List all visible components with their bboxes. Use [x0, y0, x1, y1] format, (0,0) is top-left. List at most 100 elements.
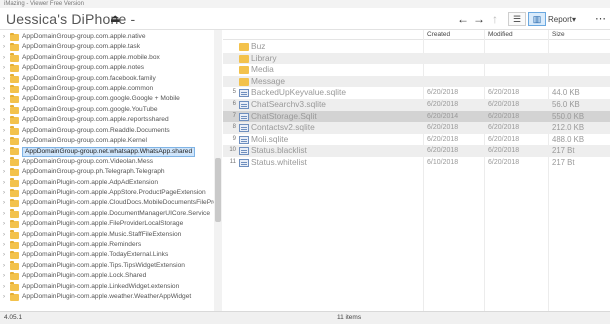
tree-item[interactable]: › AppDomainGroup-group.com.apple.common	[0, 84, 214, 94]
tree-item[interactable]: › AppDomainPlugin-com.apple.Music.StaffFi…	[0, 230, 214, 240]
folder-icon	[10, 292, 19, 301]
expand-arrow-icon[interactable]: ›	[3, 146, 9, 156]
expand-arrow-icon[interactable]: ›	[3, 230, 9, 240]
tree-item[interactable]: › AppDomainGroup-group.com.apple.native	[0, 32, 214, 42]
file-size: 217 Bt	[552, 158, 575, 167]
folder-icon	[10, 219, 19, 229]
expand-arrow-icon[interactable]: ›	[3, 271, 9, 281]
folder-icon	[10, 126, 19, 135]
tree-item[interactable]: › AppDomainGroup-group.com.apple.mobile.b…	[0, 53, 214, 63]
expand-arrow-icon[interactable]: ›	[3, 219, 9, 229]
file-row[interactable]: Message	[223, 75, 610, 88]
tree-item[interactable]: › AppDomainGroup-group.com.apple.task	[0, 42, 214, 52]
tree-item[interactable]: › AppDomainGroup-group.com.apple.reportss…	[0, 115, 214, 125]
file-row[interactable]: 7 ChatStorage.Sqlit 6/20/2014 6/20/2018 550.…	[223, 110, 610, 123]
tree-item[interactable]: › AppDomainPlugin-com.apple.Reminders	[0, 240, 214, 250]
expand-arrow-icon[interactable]: ›	[3, 292, 9, 302]
tree-item[interactable]: › AppDomainPlugin-com.apple.AppStore.Prod…	[0, 188, 214, 198]
tree-item[interactable]: › AppDomainGroup-group.com.facebook.famil…	[0, 74, 214, 84]
file-icon	[239, 135, 249, 144]
folder-icon	[10, 136, 19, 145]
tree-item[interactable]: › AppDomainPlugin-com.apple.AdpAdExtensio…	[0, 178, 214, 188]
expand-arrow-icon[interactable]: ›	[3, 63, 9, 73]
expand-arrow-icon[interactable]: ›	[3, 74, 9, 84]
tree-item[interactable]: › AppDomainGroup-group.com.google.Google …	[0, 94, 214, 104]
more-options-icon[interactable]: ⋯	[595, 12, 606, 25]
column-size[interactable]: Size	[552, 30, 565, 40]
tree-item[interactable]: › AppDomainGroup-group.com.apple.notes	[0, 63, 214, 73]
tree-item[interactable]: › AppDomainGroup-group.net.whatsapp.Whats…	[0, 146, 214, 158]
expand-arrow-icon[interactable]: ›	[3, 84, 9, 94]
expand-arrow-icon[interactable]: ›	[3, 157, 9, 167]
expand-arrow-icon[interactable]: ›	[3, 94, 9, 104]
scroll-thumb[interactable]	[215, 158, 221, 222]
tree-item[interactable]: › AppDomainPlugin-com.apple.Tips.TipsWidg…	[0, 261, 214, 271]
expand-arrow-icon[interactable]: ›	[3, 42, 9, 52]
folder-icon	[10, 209, 19, 218]
expand-arrow-icon[interactable]: ›	[3, 198, 9, 208]
tree-item-label: AppDomainGroup-group.ph.Telegraph.Telegr…	[22, 168, 165, 176]
tree-item[interactable]: › AppDomainPlugin-com.apple.TodayExternal…	[0, 250, 214, 260]
report-menu[interactable]: Report▾	[548, 15, 576, 24]
tree-item[interactable]: › AppDomainPlugin-com.apple.LinkedWidget.…	[0, 282, 214, 292]
expand-arrow-icon[interactable]: ›	[3, 32, 9, 42]
forward-arrow-icon[interactable]: →	[471, 11, 487, 27]
tree-item[interactable]: › AppDomainPlugin-com.apple.FileProviderL…	[0, 219, 214, 229]
tree-item[interactable]: › AppDomainPlugin-com.apple.DocumentManag…	[0, 209, 214, 219]
file-name: Media	[251, 64, 274, 75]
expand-arrow-icon[interactable]: ›	[3, 105, 9, 115]
expand-arrow-icon[interactable]: ›	[3, 115, 9, 125]
tree-item-label: AppDomainPlugin-com.apple.Lock.Shared	[22, 272, 147, 280]
expand-arrow-icon[interactable]: ›	[3, 282, 9, 292]
expand-arrow-icon[interactable]: ›	[3, 126, 9, 136]
file-row[interactable]: 5 BackedUpKeyvalue.sqlite 6/20/2018 6/20/20…	[223, 87, 610, 99]
file-row[interactable]: Library	[223, 52, 610, 65]
file-row[interactable]: 8 Contactsv2.sqlite 6/20/2018 6/20/2018 212.…	[223, 122, 610, 134]
tree-item-label: AppDomainGroup-group.com.apple.Kernel	[22, 137, 147, 144]
tree-item-label: AppDomainGroup-group.com.Readdle.Documen…	[22, 126, 170, 134]
file-row[interactable]: Media	[223, 64, 610, 76]
tree-item[interactable]: › AppDomainPlugin-com.apple.weather.Weath…	[0, 292, 214, 302]
up-arrow-icon[interactable]: ↑	[487, 11, 503, 27]
file-row[interactable]: 11 Status.whitelist 6/10/2018 6/20/2018 217 …	[223, 157, 610, 169]
column-view-button[interactable]: ▥	[528, 12, 546, 26]
tree-scrollbar[interactable]	[214, 30, 222, 311]
file-size: 217 Bt	[552, 146, 575, 156]
expand-arrow-icon[interactable]: ›	[3, 261, 9, 271]
back-arrow-icon[interactable]: ←	[455, 11, 471, 27]
expand-arrow-icon[interactable]: ›	[3, 167, 9, 177]
file-row[interactable]: 10 Status.blacklist 6/20/2018 6/20/2018 217 …	[223, 145, 610, 157]
folder-icon	[10, 198, 19, 208]
expand-arrow-icon[interactable]: ›	[3, 53, 9, 63]
expand-arrow-icon[interactable]: ›	[3, 178, 9, 188]
tree-item[interactable]: › AppDomainPlugin-com.apple.Lock.Shared	[0, 271, 214, 281]
tree-item[interactable]: › AppDomainGroup-group.com.apple.Kernel	[0, 136, 214, 146]
file-row[interactable]: 9 Moli.sqlite 6/20/2018 6/20/2018 488.0 KB	[223, 134, 610, 146]
folder-icon	[10, 42, 19, 52]
column-modified[interactable]: Modified	[488, 30, 513, 40]
tree-item[interactable]: › AppDomainPlugin-com.apple.CloudDocs.Mob…	[0, 198, 221, 208]
tree-item[interactable]: › AppDomainGroup-group.com.Readdle.Docume…	[0, 126, 214, 136]
expand-arrow-icon[interactable]: ›	[3, 250, 9, 260]
tree-item[interactable]: › AppDomainGroup-group.com.google.YouTube	[0, 105, 214, 115]
eject-icon[interactable]: ⏏	[110, 12, 120, 25]
list-view-button[interactable]: ☰	[508, 12, 526, 26]
file-created: 6/20/2014	[427, 112, 459, 120]
expand-arrow-icon[interactable]: ›	[3, 136, 9, 146]
file-name: Buz	[251, 41, 266, 51]
folder-tree: › AppDomainGroup-group.com.apple.native › A…	[0, 30, 222, 311]
tree-item[interactable]: › AppDomainGroup-group.com.Videolan.Mess	[0, 157, 214, 167]
tree-item[interactable]: › AppDomainGroup-group.ph.Telegraph.Teleg…	[0, 167, 214, 177]
file-created: 6/20/2018	[427, 124, 459, 132]
expand-arrow-icon[interactable]: ›	[3, 240, 9, 250]
file-modified: 6/20/2018	[488, 135, 520, 143]
expand-arrow-icon[interactable]: ›	[3, 209, 9, 219]
row-number: 8	[232, 124, 236, 131]
toolbar: Uessica's DiPhone - ⏏ ← → ↑ ☰ ▥ Report▾ …	[0, 8, 610, 30]
tree-item-label: AppDomainGroup-group.com.apple.reportssh…	[22, 116, 169, 124]
expand-arrow-icon[interactable]: ›	[3, 188, 9, 198]
column-created[interactable]: Created	[427, 30, 450, 40]
tree-item-label: AppDomainPlugin-com.apple.weather.Weathe…	[22, 293, 192, 300]
file-row[interactable]: Buz	[223, 41, 610, 53]
file-row[interactable]: 6 ChatSearchv3.sqlite 6/20/2018 6/20/2018 56…	[223, 99, 610, 111]
